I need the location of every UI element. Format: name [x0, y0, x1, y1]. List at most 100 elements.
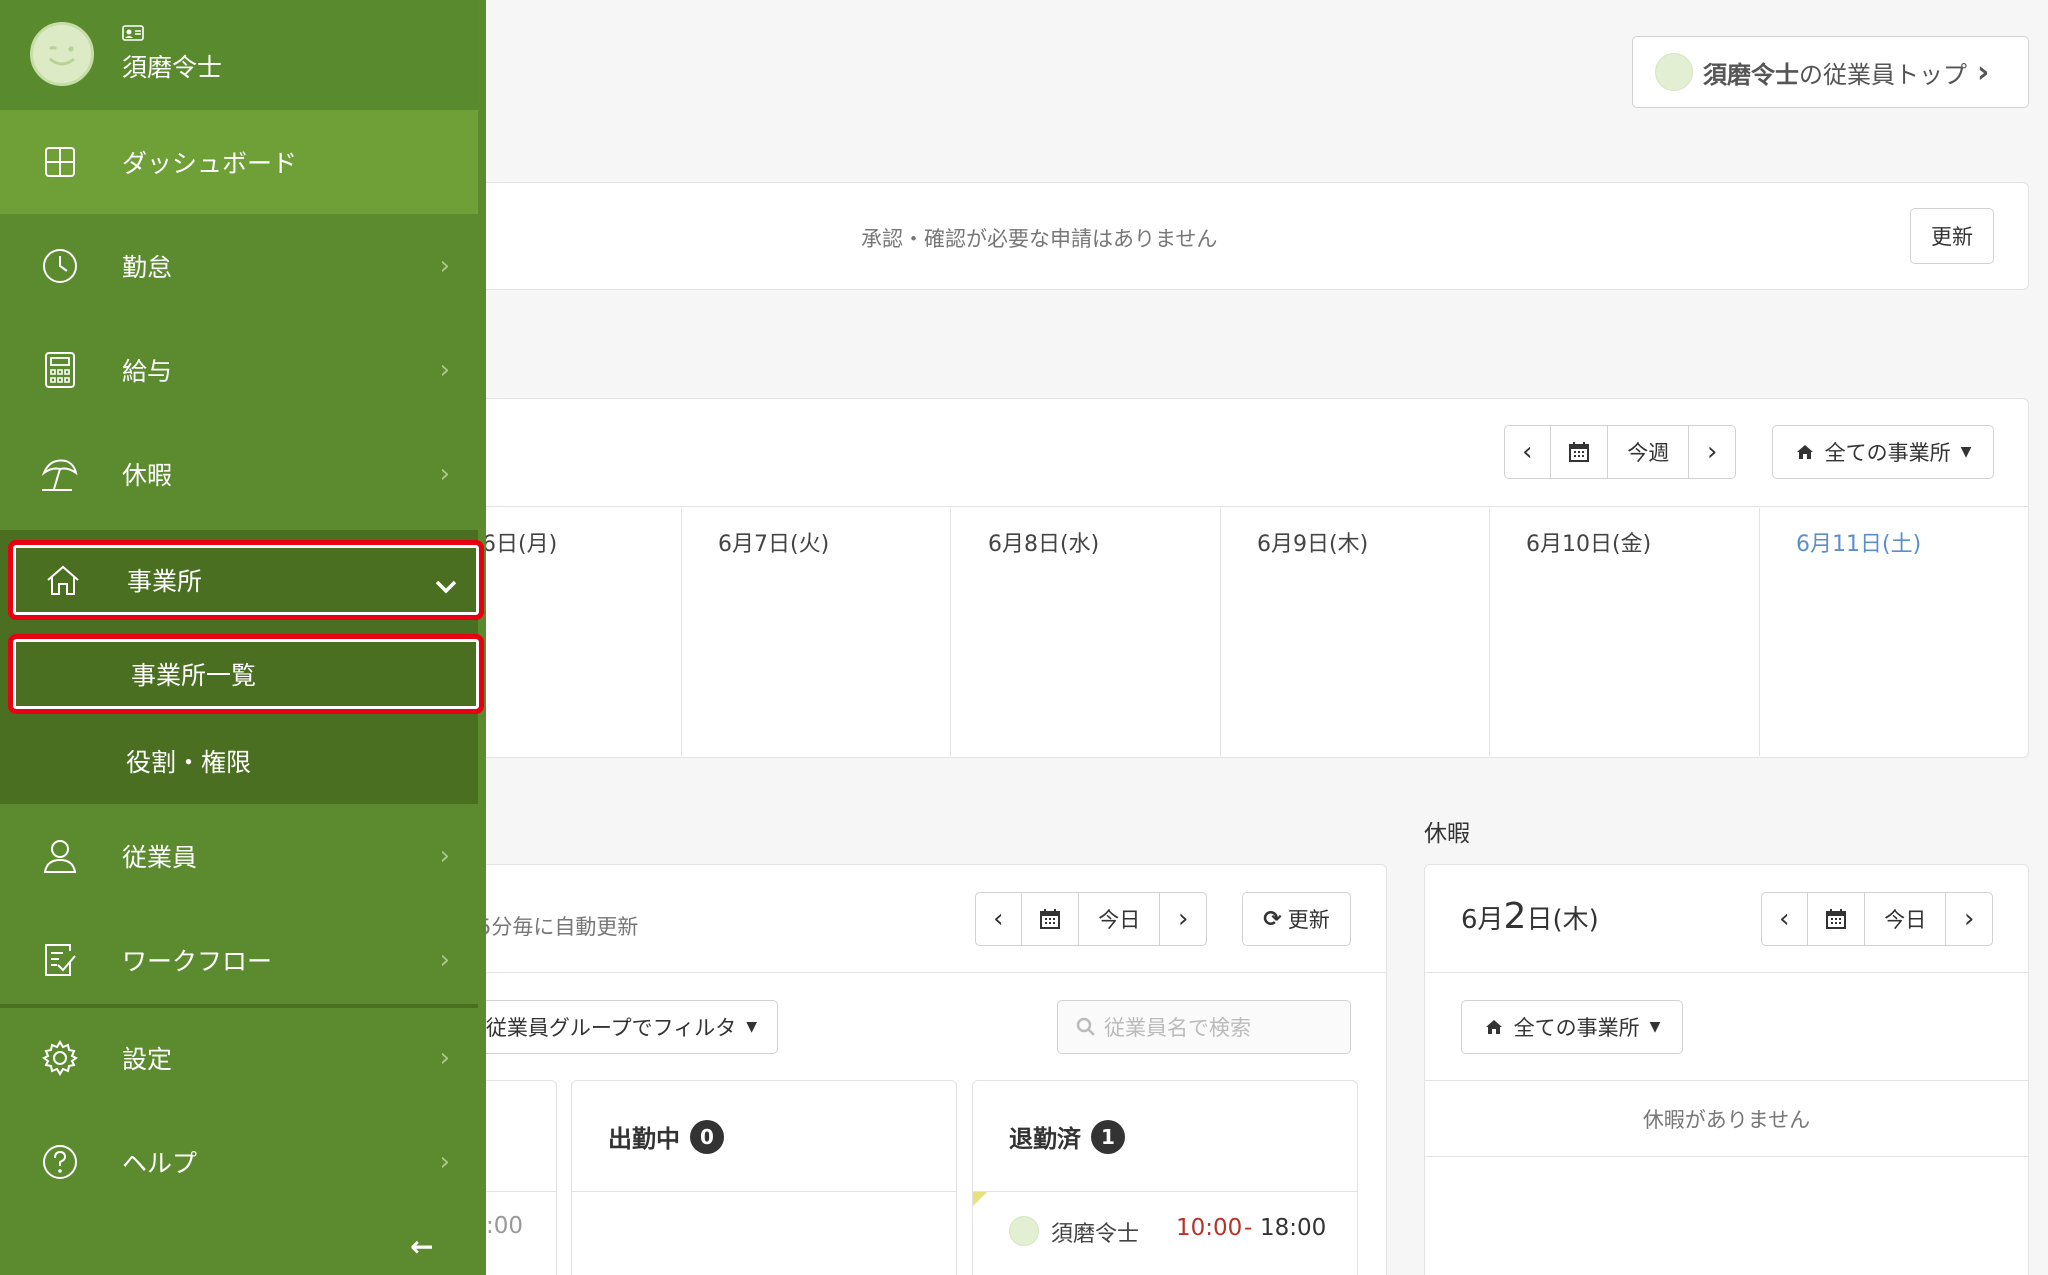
calendar-icon — [1039, 909, 1060, 929]
sidebar-item-dashboard[interactable]: ダッシュボード — [0, 110, 478, 214]
sidebar-item-label: 給与 — [122, 357, 173, 386]
user-name: 須磨令士 — [122, 53, 223, 82]
sidebar-item-label: ワークフロー — [122, 947, 273, 976]
sidebar-user[interactable]: 須磨令士 — [0, 0, 478, 108]
calendar-day-saturday: 6月11日(土) — [1796, 532, 1922, 557]
sidebar-subitem-roles[interactable]: 役割・権限 — [0, 720, 478, 802]
collapse-sidebar-icon[interactable]: ← — [410, 1230, 433, 1263]
employee-top-suffix: の従業員トップ — [1799, 60, 1967, 89]
sidebar-item-payroll[interactable]: 給与 › — [0, 318, 478, 422]
help-icon — [40, 1142, 80, 1182]
day-prev-button[interactable]: ‹ — [976, 893, 1022, 945]
clock-icon — [40, 246, 80, 286]
week-prev-button[interactable]: ‹ — [1505, 426, 1551, 478]
sidebar-item-attendance[interactable]: 勤怠 › — [0, 214, 478, 318]
calendar-icon — [1825, 909, 1846, 929]
clipboard-check-icon — [40, 940, 80, 980]
sidebar-item-settings[interactable]: 設定 › — [0, 1006, 478, 1110]
attendance-refresh-button[interactable]: ⟳ 更新 — [1242, 892, 1351, 946]
sidebar-subitem-label: 事業所一覧 — [131, 661, 257, 690]
caret-down-icon: ▼ — [1649, 1019, 1661, 1035]
corner-marker — [973, 1192, 987, 1206]
table-row[interactable]: 須磨令士 10:00 - 18:00 — [973, 1192, 1357, 1266]
chevron-right-icon: › — [439, 459, 450, 489]
leave-date: 6月 2 日(木) — [1461, 896, 1599, 937]
sidebar-subitem-office-list[interactable]: 事業所一覧 — [8, 634, 484, 714]
refresh-icon: ⟳ — [1263, 906, 1282, 932]
chevron-right-icon: › — [439, 1043, 450, 1073]
leave-day-navigation: ‹ 今日 › — [1761, 892, 1993, 946]
sidebar-item-help[interactable]: ヘルプ › — [0, 1110, 478, 1214]
calendar-day: 6日(月) — [482, 532, 558, 557]
sidebar-item-label: 従業員 — [122, 843, 198, 872]
leave-prev-button[interactable]: ‹ — [1762, 893, 1808, 945]
sidebar-item-label: ダッシュボード — [122, 149, 298, 178]
avatar-icon — [1655, 53, 1693, 91]
caret-down-icon: ▼ — [1960, 444, 1972, 460]
avatar — [1009, 1216, 1039, 1246]
calculator-icon — [40, 350, 80, 390]
home-icon — [43, 560, 83, 600]
beach-umbrella-icon — [40, 454, 80, 494]
leave-section-title: 休暇 — [1424, 821, 1470, 847]
chevron-right-icon: › — [439, 841, 450, 871]
sidebar-item-workflow[interactable]: ワークフロー › — [0, 908, 478, 1012]
week-navigation: ‹ 今週 › — [1504, 425, 1736, 479]
partial-time: :00 — [486, 1213, 524, 1239]
day-navigation: ‹ 今日 › — [975, 892, 1207, 946]
employee-top-name: 須磨令士 — [1703, 60, 1799, 89]
working-count-badge: 0 — [690, 1119, 724, 1154]
chevron-down-icon — [435, 571, 457, 600]
chevron-right-icon: › — [439, 945, 450, 975]
employee-group-filter[interactable]: 従業員グループでフィルタ ▼ — [460, 1000, 778, 1054]
calendar-day: 6月7日(火) — [718, 532, 830, 557]
approval-notice-card: 承認・確認が必要な申請はありません 更新 — [420, 182, 2029, 290]
chevron-right-icon: › — [1977, 54, 1990, 90]
day-next-button[interactable]: › — [1160, 893, 1206, 945]
dashboard-icon — [40, 142, 80, 182]
employee-search-input[interactable]: 従業員名で検索 — [1057, 1000, 1351, 1054]
gear-icon — [40, 1038, 80, 1078]
notice-refresh-button[interactable]: 更新 — [1910, 208, 1994, 264]
home-icon — [1796, 445, 1813, 459]
sidebar-item-label: 勤怠 — [122, 253, 173, 282]
done-title: 退勤済 — [1009, 1125, 1081, 1153]
sidebar-item-leave[interactable]: 休暇 › — [0, 422, 478, 526]
leave-calendar-button[interactable] — [1808, 893, 1866, 945]
search-icon — [1076, 1017, 1095, 1036]
sidebar: 須磨令士 ダッシュボード 勤怠 › 給与 › 休暇 › 事業所 事業所一覧 役割… — [0, 0, 486, 1275]
done-count-badge: 1 — [1091, 1119, 1125, 1154]
sidebar-item-employees[interactable]: 従業員 › — [0, 804, 478, 908]
calendar-day: 6月10日(金) — [1526, 532, 1652, 557]
end-time: 18:00 — [1260, 1215, 1327, 1241]
attendance-column-working: 出勤中 0 — [571, 1080, 957, 1275]
attendance-column-done: 退勤済 1 須磨令士 10:00 - 18:00 — [972, 1080, 1358, 1275]
chevron-right-icon: › — [439, 251, 450, 281]
id-card-icon — [122, 25, 144, 41]
leave-empty-message: 休暇がありません — [1642, 1108, 1811, 1132]
sidebar-item-office[interactable]: 事業所 — [8, 540, 484, 620]
chevron-right-icon: › — [439, 1147, 450, 1177]
this-week-button[interactable]: 今週 — [1608, 426, 1690, 478]
auto-refresh-text: 5分毎に自動更新 — [478, 915, 639, 939]
employee-top-button[interactable]: 須磨令士 の従業員トップ › — [1632, 36, 2029, 108]
sidebar-item-label: 事業所 — [127, 567, 203, 596]
home-icon — [1485, 1020, 1502, 1034]
calendar-day: 6月9日(木) — [1257, 532, 1369, 557]
person-icon — [40, 836, 80, 876]
leave-office-filter[interactable]: 全ての事業所 ▼ — [1461, 1000, 1683, 1054]
sidebar-item-label: ヘルプ — [122, 1149, 198, 1178]
calendar-office-filter[interactable]: 全ての事業所 ▼ — [1772, 425, 1994, 479]
week-calendar-button[interactable] — [1551, 426, 1609, 478]
day-calendar-button[interactable] — [1022, 893, 1080, 945]
time-separator: - — [1244, 1215, 1253, 1241]
calendar-icon — [1568, 442, 1589, 462]
sidebar-item-label: 休暇 — [122, 461, 173, 490]
caret-down-icon: ▼ — [746, 1019, 757, 1035]
week-next-button[interactable]: › — [1689, 426, 1735, 478]
chevron-right-icon: › — [439, 355, 450, 385]
leave-next-button[interactable]: › — [1946, 893, 1992, 945]
approval-notice-text: 承認・確認が必要な申請はありません — [861, 227, 1218, 251]
today-button[interactable]: 今日 — [1079, 893, 1161, 945]
leave-today-button[interactable]: 今日 — [1865, 893, 1947, 945]
